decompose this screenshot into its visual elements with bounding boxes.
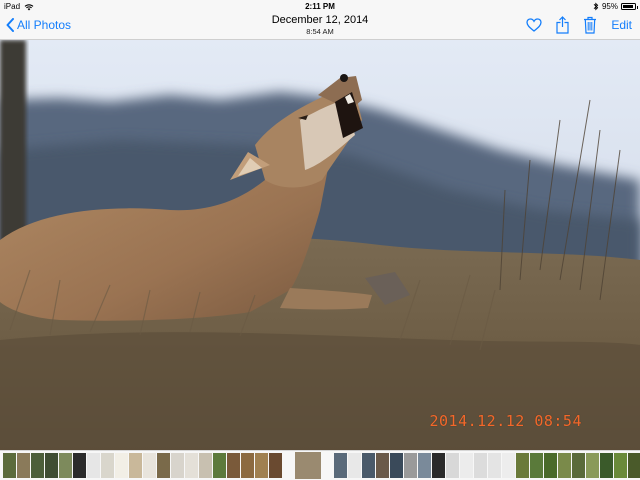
thumbnail[interactable] xyxy=(255,453,268,478)
thumbnail[interactable] xyxy=(418,453,431,478)
thumbnail[interactable] xyxy=(432,453,445,478)
thumbnail[interactable] xyxy=(600,453,613,478)
photo-timestamp-overlay: 2014.12.12 08:54 xyxy=(429,412,582,430)
thumbnail[interactable] xyxy=(101,453,114,478)
thumbnail[interactable] xyxy=(129,453,142,478)
photo-view[interactable]: 2014.12.12 08:54 xyxy=(0,40,640,450)
thumbnail[interactable] xyxy=(45,453,58,478)
thumbnail[interactable] xyxy=(362,453,375,478)
battery-fill xyxy=(623,5,634,8)
thumbnail-current[interactable] xyxy=(295,452,321,479)
thumbnail[interactable] xyxy=(115,453,128,478)
thumbnail[interactable] xyxy=(404,453,417,478)
thumbnail[interactable] xyxy=(614,453,627,478)
battery-percent: 95% xyxy=(601,2,618,11)
thumbnail[interactable] xyxy=(516,453,529,478)
thumbnail[interactable] xyxy=(269,453,282,478)
thumbnail[interactable] xyxy=(241,453,254,478)
battery-icon xyxy=(621,3,638,10)
thumbnail[interactable] xyxy=(87,453,100,478)
thumbnail[interactable] xyxy=(376,453,389,478)
share-button[interactable] xyxy=(556,16,569,34)
status-right: 95% xyxy=(593,2,638,11)
thumbnail[interactable] xyxy=(558,453,571,478)
thumbnail[interactable] xyxy=(213,453,226,478)
photo-image xyxy=(0,40,640,450)
thumbnail[interactable] xyxy=(157,453,170,478)
thumbnail[interactable] xyxy=(31,453,44,478)
thumbnail[interactable] xyxy=(334,453,347,478)
thumbnail[interactable] xyxy=(199,453,212,478)
delete-button[interactable] xyxy=(583,16,597,34)
thumbnail[interactable] xyxy=(488,453,501,478)
thumbnail[interactable] xyxy=(73,453,86,478)
thumbnail[interactable] xyxy=(348,453,361,478)
status-time: 2:11 PM xyxy=(305,2,335,11)
favorite-button[interactable] xyxy=(526,18,542,32)
thumbnail[interactable] xyxy=(143,453,156,478)
thumbnail[interactable] xyxy=(530,453,543,478)
trash-icon xyxy=(584,16,597,34)
thumbnail[interactable] xyxy=(460,453,473,478)
thumbnail[interactable] xyxy=(474,453,487,478)
thumbnail[interactable] xyxy=(59,453,72,478)
bluetooth-icon xyxy=(593,2,599,11)
thumbnail[interactable] xyxy=(185,453,198,478)
thumbnail[interactable] xyxy=(586,453,599,478)
status-bar: iPad 2:11 PM 95% xyxy=(0,0,640,13)
thumbnail[interactable] xyxy=(446,453,459,478)
thumbnail[interactable] xyxy=(17,453,30,478)
heart-icon xyxy=(526,18,542,32)
thumbnail[interactable] xyxy=(390,453,403,478)
thumbnail[interactable] xyxy=(502,453,515,478)
nav-bar: All Photos December 12, 2014 8:54 AM Edi… xyxy=(0,13,640,40)
thumbnail[interactable] xyxy=(171,453,184,478)
nav-actions: Edit xyxy=(526,16,632,34)
thumbnail[interactable] xyxy=(227,453,240,478)
thumbnail[interactable] xyxy=(3,453,16,478)
thumbnail-strip[interactable] xyxy=(0,450,640,480)
thumbnail[interactable] xyxy=(544,453,557,478)
thumbnail[interactable] xyxy=(572,453,585,478)
share-icon xyxy=(556,16,569,34)
thumbnail[interactable] xyxy=(628,453,640,478)
edit-button[interactable]: Edit xyxy=(611,18,632,32)
